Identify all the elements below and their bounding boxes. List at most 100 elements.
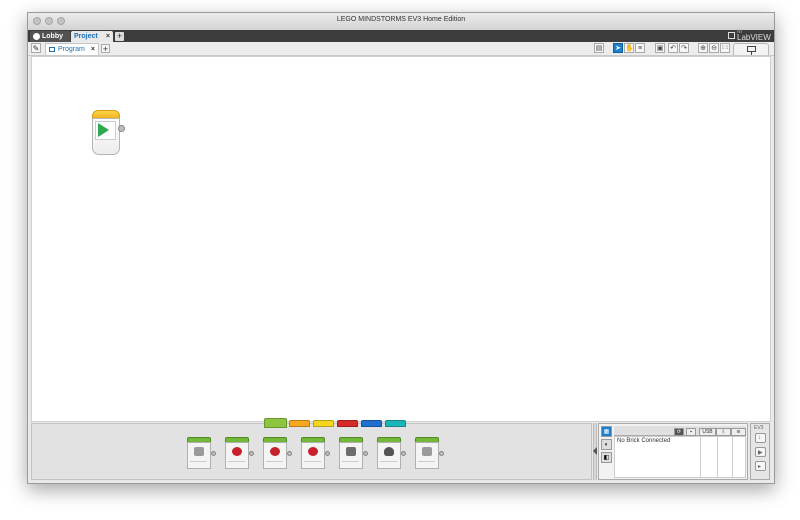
window-title: LEGO MINDSTORMS EV3 Home Edition xyxy=(336,16,466,23)
app-window: LEGO MINDSTORMS EV3 Home Edition Lobby P… xyxy=(27,12,775,484)
run-selected-button[interactable]: ▸ xyxy=(755,461,766,471)
home-icon xyxy=(33,33,40,40)
brick-control-panel: EV3 ↓ ▶ ▸ xyxy=(750,423,770,480)
move-steering-icon xyxy=(270,447,280,456)
project-properties-button[interactable]: ✎ xyxy=(31,43,41,53)
column-divider xyxy=(717,437,718,477)
redo-button[interactable]: ↷ xyxy=(679,43,689,53)
pan-icon: ✋ xyxy=(625,45,634,52)
zoom-out-icon: ⊖ xyxy=(711,45,717,52)
disconnect-button[interactable]: ▪ xyxy=(686,428,696,436)
plug-icon xyxy=(401,451,406,456)
download-icon: ↓ xyxy=(758,435,761,441)
project-tab-bar: Lobby Project × + NI LabVIEW xyxy=(28,29,774,42)
port-view-icon: ◐ xyxy=(604,442,609,448)
bluetooth-icon: ᛒ xyxy=(721,429,725,435)
start-block[interactable] xyxy=(89,110,125,156)
add-project-button[interactable]: + xyxy=(115,32,124,41)
plug-icon xyxy=(249,451,254,456)
pan-tool-button[interactable]: ✋ xyxy=(624,43,634,53)
wifi-column-header: ≋ xyxy=(731,428,746,436)
zoom-reset-icon: 1:1 xyxy=(721,45,729,51)
large-motor-icon xyxy=(232,447,242,456)
brick-status-light-block[interactable] xyxy=(415,437,444,469)
run-selected-icon: ▸ xyxy=(758,464,762,470)
zoom-in-button[interactable]: ⊕ xyxy=(698,43,708,53)
close-program-tab-icon[interactable]: × xyxy=(91,44,95,55)
sound-block[interactable] xyxy=(377,437,406,469)
palette-block-list xyxy=(32,425,590,478)
zoom-in-icon: ⊕ xyxy=(700,45,706,52)
program-toolbar: ✎ Program × + ▤ ➤ ✋ ≡ ▣ ↶ ↷ ⊕ ⊖ 1:1 xyxy=(28,42,774,56)
tab-program-label: Program xyxy=(58,46,85,53)
content-editor-button[interactable]: ▤ xyxy=(594,43,604,53)
undo-button[interactable]: ↶ xyxy=(668,43,678,53)
tab-lobby[interactable]: Lobby xyxy=(30,31,70,42)
wrench-icon: ✎ xyxy=(32,44,40,53)
brick-info-icon: ▦ xyxy=(603,429,610,435)
title-bar: LEGO MINDSTORMS EV3 Home Edition xyxy=(28,13,774,31)
available-bricks-icon: ◧ xyxy=(603,455,610,461)
monitor-icon xyxy=(747,46,756,55)
tab-brick-info[interactable]: ▦ xyxy=(601,426,612,437)
ev3-label: EV3 xyxy=(754,425,764,431)
tab-program[interactable]: Program × xyxy=(45,43,99,55)
download-button[interactable]: ↓ xyxy=(755,433,766,443)
sequence-plug-icon[interactable] xyxy=(118,125,125,132)
tab-project[interactable]: Project × xyxy=(71,31,113,42)
plug-icon xyxy=(439,451,444,456)
plug-icon xyxy=(363,451,368,456)
labview-label: LabVIEW xyxy=(737,33,771,42)
add-program-button[interactable]: + xyxy=(101,44,110,54)
zoom-out-button[interactable]: ⊖ xyxy=(709,43,719,53)
usb-column-header: USB xyxy=(699,428,716,436)
plug-icon xyxy=(287,451,292,456)
medium-motor-block[interactable] xyxy=(187,437,216,469)
hardware-page: ▦ ◐ ◧ ⟳ ▪ USB ᛒ ≋ No Brick Connected xyxy=(598,423,748,480)
programming-canvas[interactable] xyxy=(31,56,771,422)
brick-connection-list: No Brick Connected xyxy=(614,436,746,478)
tab-port-view[interactable]: ◐ xyxy=(601,439,612,450)
connection-status: No Brick Connected xyxy=(617,438,671,444)
plug-icon xyxy=(211,451,216,456)
disconnect-icon: ▪ xyxy=(690,429,692,435)
close-project-tab-icon[interactable]: × xyxy=(106,31,110,42)
plug-icon xyxy=(325,451,330,456)
play-icon: ▶ xyxy=(758,450,763,456)
redo-icon: ↷ xyxy=(681,45,687,52)
comment-tool-icon: ≡ xyxy=(637,45,643,52)
tab-lobby-label: Lobby xyxy=(42,33,63,40)
undo-icon: ↶ xyxy=(670,45,676,52)
move-steering-block[interactable] xyxy=(263,437,292,469)
hardware-page-toggle-button[interactable] xyxy=(733,43,769,55)
display-icon xyxy=(346,447,356,456)
move-tank-block[interactable] xyxy=(301,437,330,469)
labview-logo: NI LabVIEW xyxy=(728,29,772,42)
select-tool-button[interactable]: ➤ xyxy=(613,43,623,53)
display-block[interactable] xyxy=(339,437,368,469)
brick-status-light-icon xyxy=(422,447,432,456)
comment-tool-button[interactable]: ≡ xyxy=(635,43,645,53)
play-icon xyxy=(98,123,109,137)
save-icon: ▣ xyxy=(656,45,664,52)
program-icon xyxy=(49,47,55,52)
comment-icon: ▤ xyxy=(595,45,603,52)
medium-motor-icon xyxy=(194,447,204,456)
select-arrow-icon: ➤ xyxy=(615,45,621,52)
hardware-page-tabs: ▦ ◐ ◧ xyxy=(601,426,612,478)
zoom-reset-button[interactable]: 1:1 xyxy=(720,43,730,53)
tab-available-bricks[interactable]: ◧ xyxy=(601,452,612,463)
column-divider xyxy=(700,437,701,477)
sound-icon xyxy=(384,447,394,456)
download-and-run-button[interactable]: ▶ xyxy=(755,447,766,457)
labview-logo-icon xyxy=(728,32,735,39)
collapse-arrow-icon[interactable] xyxy=(593,447,597,455)
save-button[interactable]: ▣ xyxy=(655,43,665,53)
move-tank-icon xyxy=(308,447,318,456)
bluetooth-column-header: ᛒ xyxy=(716,428,731,436)
wifi-icon: ≋ xyxy=(736,429,741,435)
refresh-button[interactable]: ⟳ xyxy=(674,428,684,436)
column-divider xyxy=(732,437,733,477)
large-motor-block[interactable] xyxy=(225,437,254,469)
refresh-icon: ⟳ xyxy=(676,429,682,435)
